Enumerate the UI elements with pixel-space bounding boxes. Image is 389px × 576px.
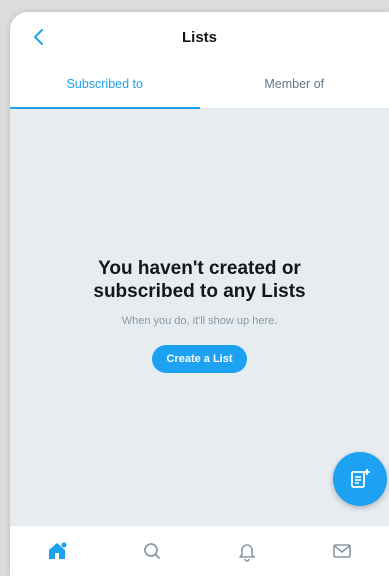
tab-bar: Subscribed to Member of <box>10 70 389 109</box>
tab-subscribed-to[interactable]: Subscribed to <box>10 70 200 109</box>
messages-icon <box>332 544 351 558</box>
lists-content: You haven't created or subscribed to any… <box>10 109 389 526</box>
empty-state-subtext: When you do, it'll show up here. <box>121 315 278 327</box>
nav-messages[interactable] <box>322 531 362 571</box>
nav-search[interactable] <box>132 531 172 571</box>
compose-list-icon <box>351 469 370 488</box>
search-icon <box>144 543 161 559</box>
bottom-nav <box>10 525 389 576</box>
app-frame: Lists Subscribed to Member of You haven'… <box>10 12 389 576</box>
create-list-button[interactable]: Create a List <box>152 345 247 373</box>
tab-member-of[interactable]: Member of <box>200 70 389 108</box>
new-list-fab[interactable] <box>333 452 387 506</box>
page-title: Lists <box>181 29 217 46</box>
header: Lists <box>10 12 389 70</box>
notifications-icon <box>239 544 255 562</box>
empty-state: You haven't created or subscribed to any… <box>10 257 389 373</box>
nav-home[interactable] <box>37 531 77 571</box>
nav-notifications[interactable] <box>227 531 267 571</box>
home-icon <box>49 542 67 559</box>
empty-state-heading: You haven't created or subscribed to any… <box>93 258 306 302</box>
